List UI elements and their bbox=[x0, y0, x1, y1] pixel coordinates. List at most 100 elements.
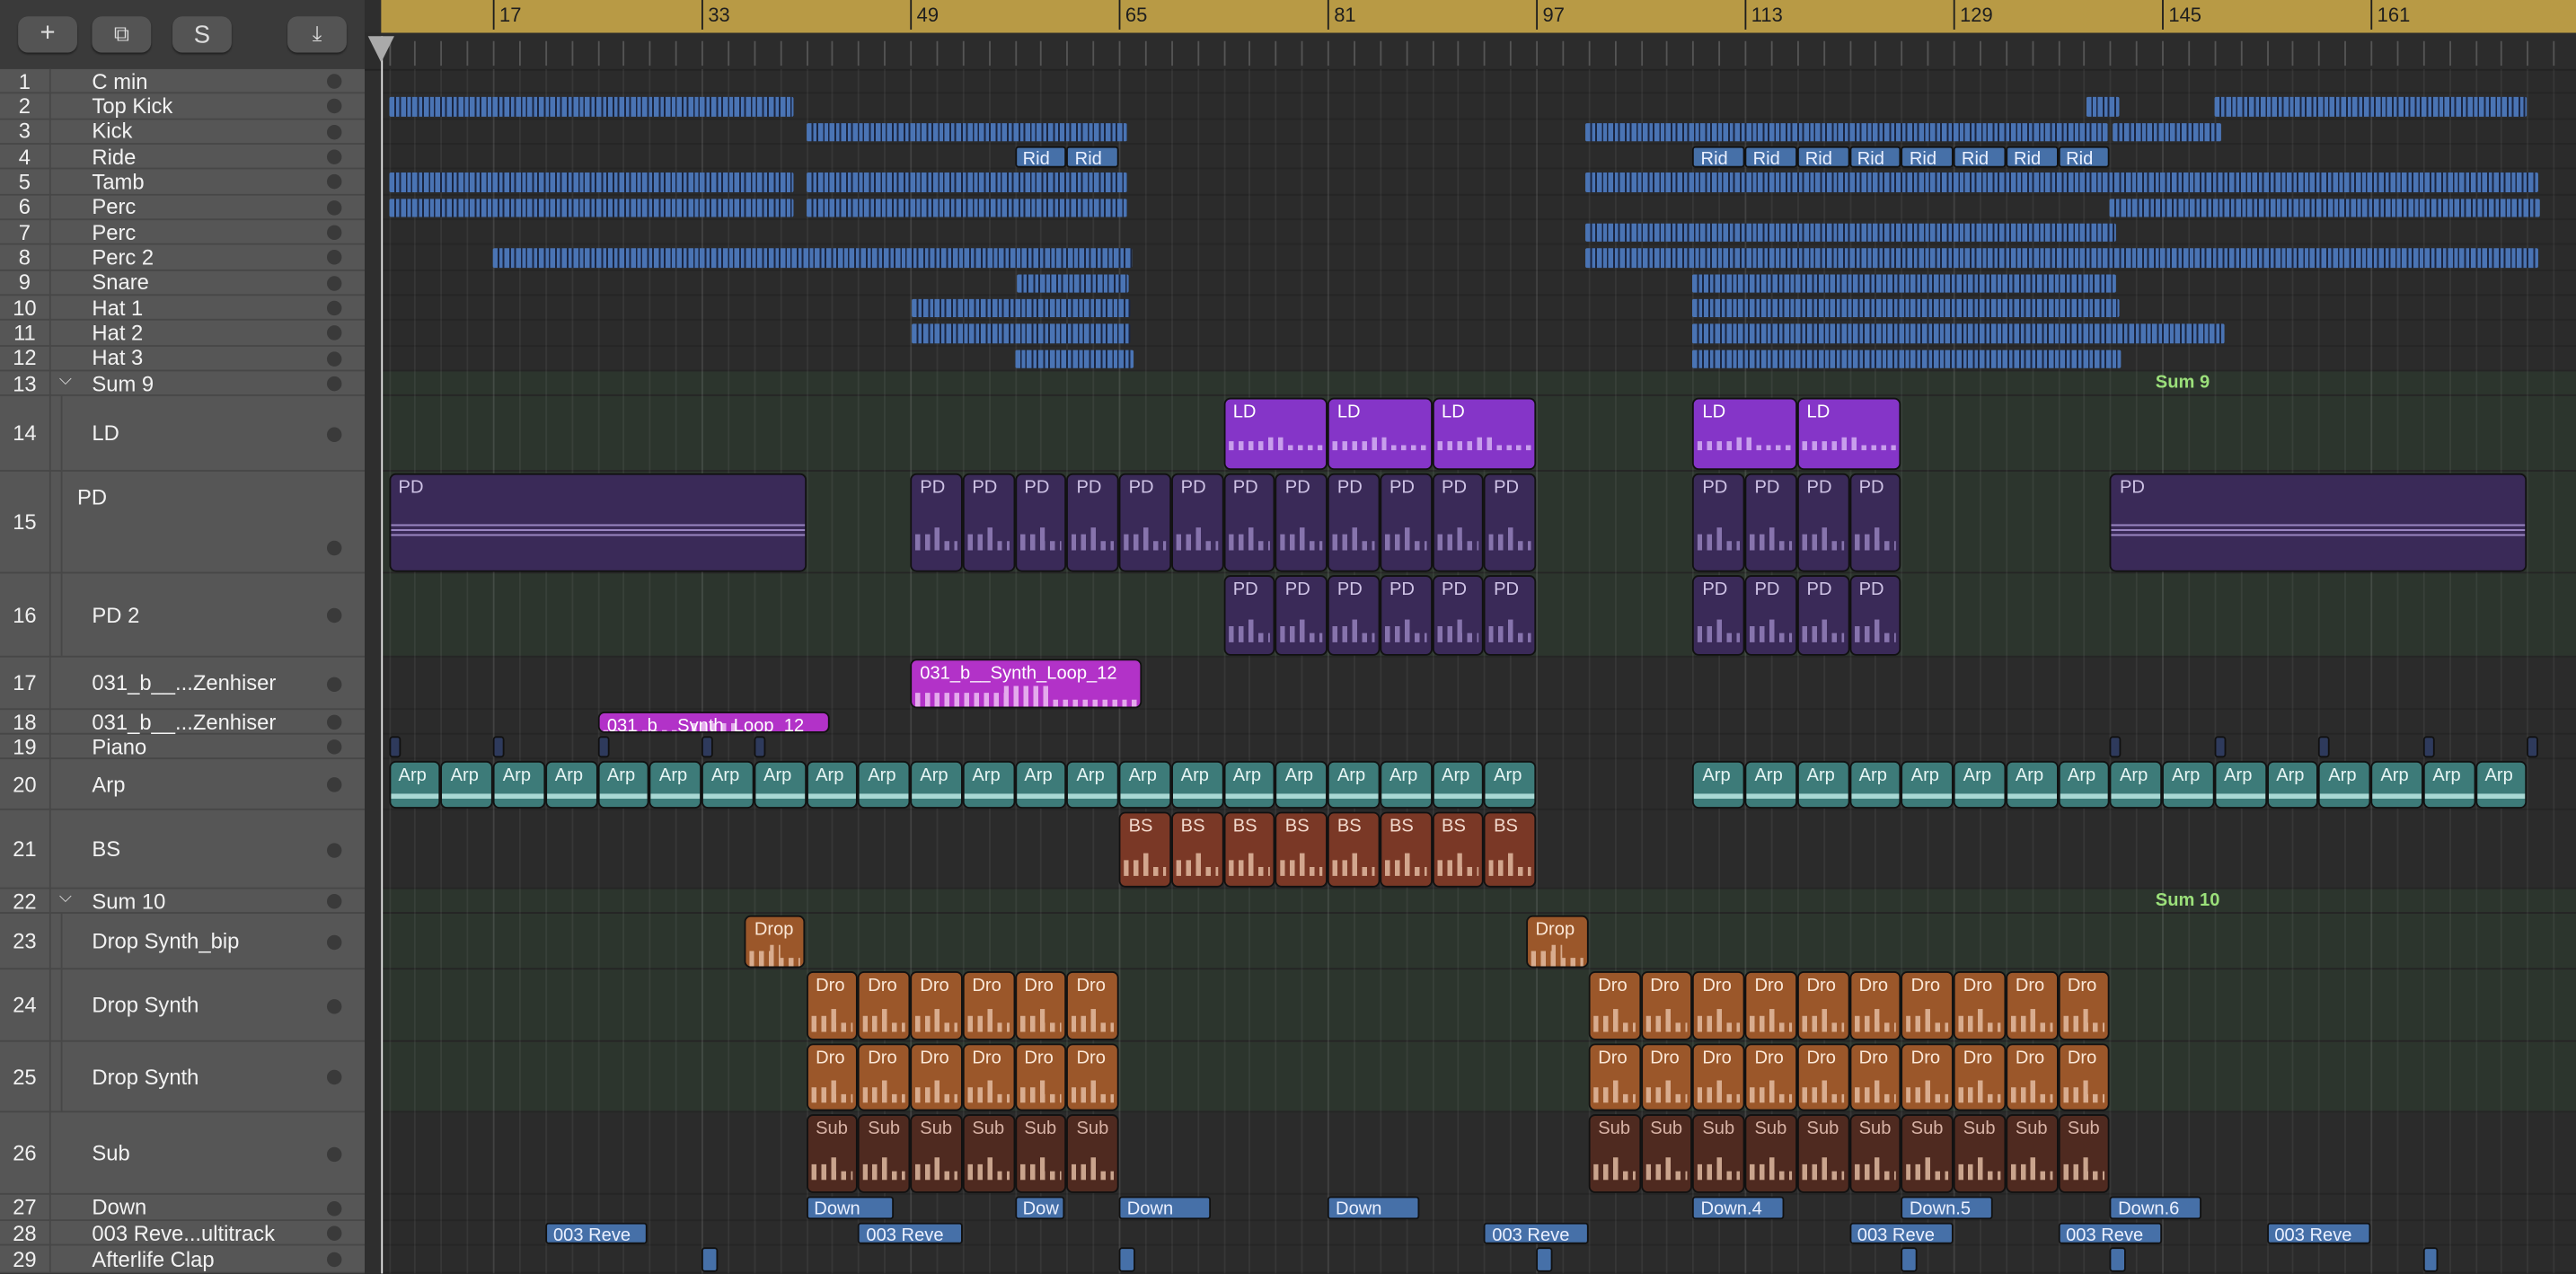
pd-region[interactable]: PD bbox=[1170, 473, 1223, 572]
arp-region[interactable]: Arp bbox=[1066, 760, 1119, 809]
drum-region[interactable] bbox=[911, 298, 1131, 318]
audio-region[interactable]: 003 Reve bbox=[858, 1222, 963, 1244]
pd-region[interactable]: PD bbox=[1848, 575, 1901, 656]
sub-region[interactable]: Sub bbox=[806, 1114, 859, 1193]
arp-region[interactable]: Arp bbox=[910, 760, 963, 809]
pd-region[interactable]: PD bbox=[1222, 473, 1275, 572]
arp-region[interactable]: Arp bbox=[858, 760, 911, 809]
sub-region[interactable]: Sub bbox=[1796, 1114, 1849, 1193]
add-track-button[interactable]: + bbox=[18, 16, 77, 53]
track-header-4[interactable]: 4 Ride bbox=[0, 144, 366, 170]
track-status-dot[interactable] bbox=[326, 124, 342, 140]
track-header-26[interactable]: 26 Sub bbox=[0, 1112, 366, 1195]
track-status-dot[interactable] bbox=[326, 74, 342, 90]
audio-region[interactable]: Down bbox=[806, 1196, 895, 1220]
track-status-dot[interactable] bbox=[326, 250, 342, 266]
audio-region[interactable] bbox=[1536, 1247, 1552, 1272]
pd-region[interactable]: PD bbox=[1275, 473, 1328, 572]
track-header-15[interactable]: 15 PD bbox=[0, 471, 366, 574]
track-lane-9[interactable] bbox=[381, 270, 2576, 296]
track-lane-1[interactable] bbox=[381, 69, 2576, 94]
pd-region[interactable]: PD bbox=[1744, 473, 1797, 572]
drum-region[interactable] bbox=[2214, 97, 2527, 117]
sub-region[interactable]: Sub bbox=[1588, 1114, 1641, 1193]
playhead-handle[interactable] bbox=[367, 36, 394, 63]
audio-region[interactable]: Down.5 bbox=[1901, 1196, 1993, 1220]
audio-region[interactable]: Rid bbox=[2005, 146, 2058, 169]
pd-region[interactable]: PD bbox=[1379, 473, 1433, 572]
track-header-8[interactable]: 8 Perc 2 bbox=[0, 245, 366, 271]
track-status-dot[interactable] bbox=[326, 676, 342, 692]
drum-region[interactable] bbox=[806, 173, 1127, 192]
drum-region[interactable] bbox=[806, 122, 1127, 142]
bs-region[interactable]: BS bbox=[1379, 811, 1433, 888]
track-header-11[interactable]: 11 Hat 2 bbox=[0, 321, 366, 347]
audio-region[interactable]: Rid bbox=[1014, 146, 1067, 169]
drum-region[interactable] bbox=[1585, 122, 2108, 142]
pd-region[interactable]: PD bbox=[1379, 575, 1433, 656]
drop-region[interactable]: Dro bbox=[858, 970, 911, 1040]
track-header-19[interactable]: 19 Piano bbox=[0, 734, 366, 760]
track-status-dot[interactable] bbox=[326, 842, 342, 857]
track-status-dot[interactable] bbox=[326, 351, 342, 367]
pdlong-region[interactable]: PD bbox=[2109, 473, 2527, 572]
beat-ruler[interactable] bbox=[365, 32, 2576, 71]
drum-region[interactable] bbox=[1014, 349, 1134, 368]
arp-region[interactable]: Arp bbox=[1744, 760, 1797, 809]
drop-region[interactable]: Dro bbox=[962, 1043, 1015, 1111]
track-header-17[interactable]: 17 031_b__...Zenhiser bbox=[0, 658, 366, 711]
sub-region[interactable]: Sub bbox=[962, 1114, 1015, 1193]
track-lane-22[interactable] bbox=[381, 889, 2576, 914]
audio-region[interactable]: Dow bbox=[1014, 1196, 1064, 1220]
ld-region[interactable]: LD bbox=[1222, 397, 1328, 471]
track-status-dot[interactable] bbox=[326, 199, 342, 216]
track-lane-11[interactable] bbox=[381, 321, 2576, 347]
track-status-dot[interactable] bbox=[326, 540, 342, 556]
sub-region[interactable]: Sub bbox=[858, 1114, 911, 1193]
drop-region[interactable]: Dro bbox=[806, 970, 859, 1040]
arp-region[interactable]: Arp bbox=[1901, 760, 1954, 809]
arp-region[interactable]: Arp bbox=[1484, 760, 1537, 809]
drop-region[interactable]: Dro bbox=[1066, 1043, 1119, 1111]
pd-region[interactable]: PD bbox=[1432, 473, 1485, 572]
drop-region[interactable]: Dro bbox=[1692, 1043, 1745, 1111]
audio-region[interactable]: Rid bbox=[1953, 146, 2006, 169]
track-status-dot[interactable] bbox=[326, 149, 342, 165]
bar-ruler[interactable]: 17 33 49 65 81 97 113 129 145 161 bbox=[381, 0, 2576, 33]
track-header-23[interactable]: 23 Drop Synth_bip bbox=[0, 913, 366, 970]
track-lane-3[interactable] bbox=[381, 119, 2576, 145]
track-header-3[interactable]: 3 Kick bbox=[0, 119, 366, 145]
sub-region[interactable]: Sub bbox=[1066, 1114, 1119, 1193]
track-header-21[interactable]: 21 BS bbox=[0, 810, 366, 889]
pd-region[interactable]: PD bbox=[962, 473, 1015, 572]
audio-region[interactable]: Down.4 bbox=[1692, 1196, 1785, 1220]
track-header-27[interactable]: 27 Down bbox=[0, 1195, 366, 1222]
arp-region[interactable]: Arp bbox=[806, 760, 859, 809]
track-header-24[interactable]: 24 Drop Synth bbox=[0, 969, 366, 1042]
arp-region[interactable]: Arp bbox=[754, 760, 807, 809]
pd-region[interactable]: PD bbox=[1327, 473, 1380, 572]
track-lane-25[interactable] bbox=[381, 1041, 2576, 1113]
drum-region[interactable] bbox=[1585, 173, 2538, 192]
drop-region[interactable]: Dro bbox=[1640, 1043, 1693, 1111]
track-header-18[interactable]: 18 031_b__...Zenhiser bbox=[0, 709, 366, 735]
arp-region[interactable]: Arp bbox=[2370, 760, 2423, 809]
drop-region[interactable]: Drop bbox=[1525, 915, 1589, 969]
track-header-13[interactable]: 13 Sum 9 ⌵ bbox=[0, 370, 366, 396]
drop-region[interactable]: Dro bbox=[1901, 970, 1954, 1040]
pd-region[interactable]: PD bbox=[1484, 575, 1537, 656]
drop-region[interactable]: Dro bbox=[1901, 1043, 1954, 1111]
track-header-16[interactable]: 16 PD 2 bbox=[0, 573, 366, 658]
pd-region[interactable]: PD bbox=[1796, 575, 1849, 656]
arp-region[interactable]: Arp bbox=[1953, 760, 2006, 809]
drop-region[interactable]: Dro bbox=[2005, 970, 2058, 1040]
drum-region[interactable] bbox=[911, 323, 1131, 343]
loop-region[interactable]: 031_b__Synth_Loop_12 bbox=[596, 711, 830, 733]
audio-region[interactable] bbox=[701, 1247, 718, 1272]
pd-region[interactable]: PD bbox=[1692, 473, 1745, 572]
drum-region[interactable] bbox=[1692, 298, 2120, 318]
track-lane-10[interactable] bbox=[381, 296, 2576, 322]
arp-region[interactable]: Arp bbox=[1275, 760, 1328, 809]
piano-region[interactable] bbox=[701, 736, 714, 758]
bs-region[interactable]: BS bbox=[1118, 811, 1171, 888]
